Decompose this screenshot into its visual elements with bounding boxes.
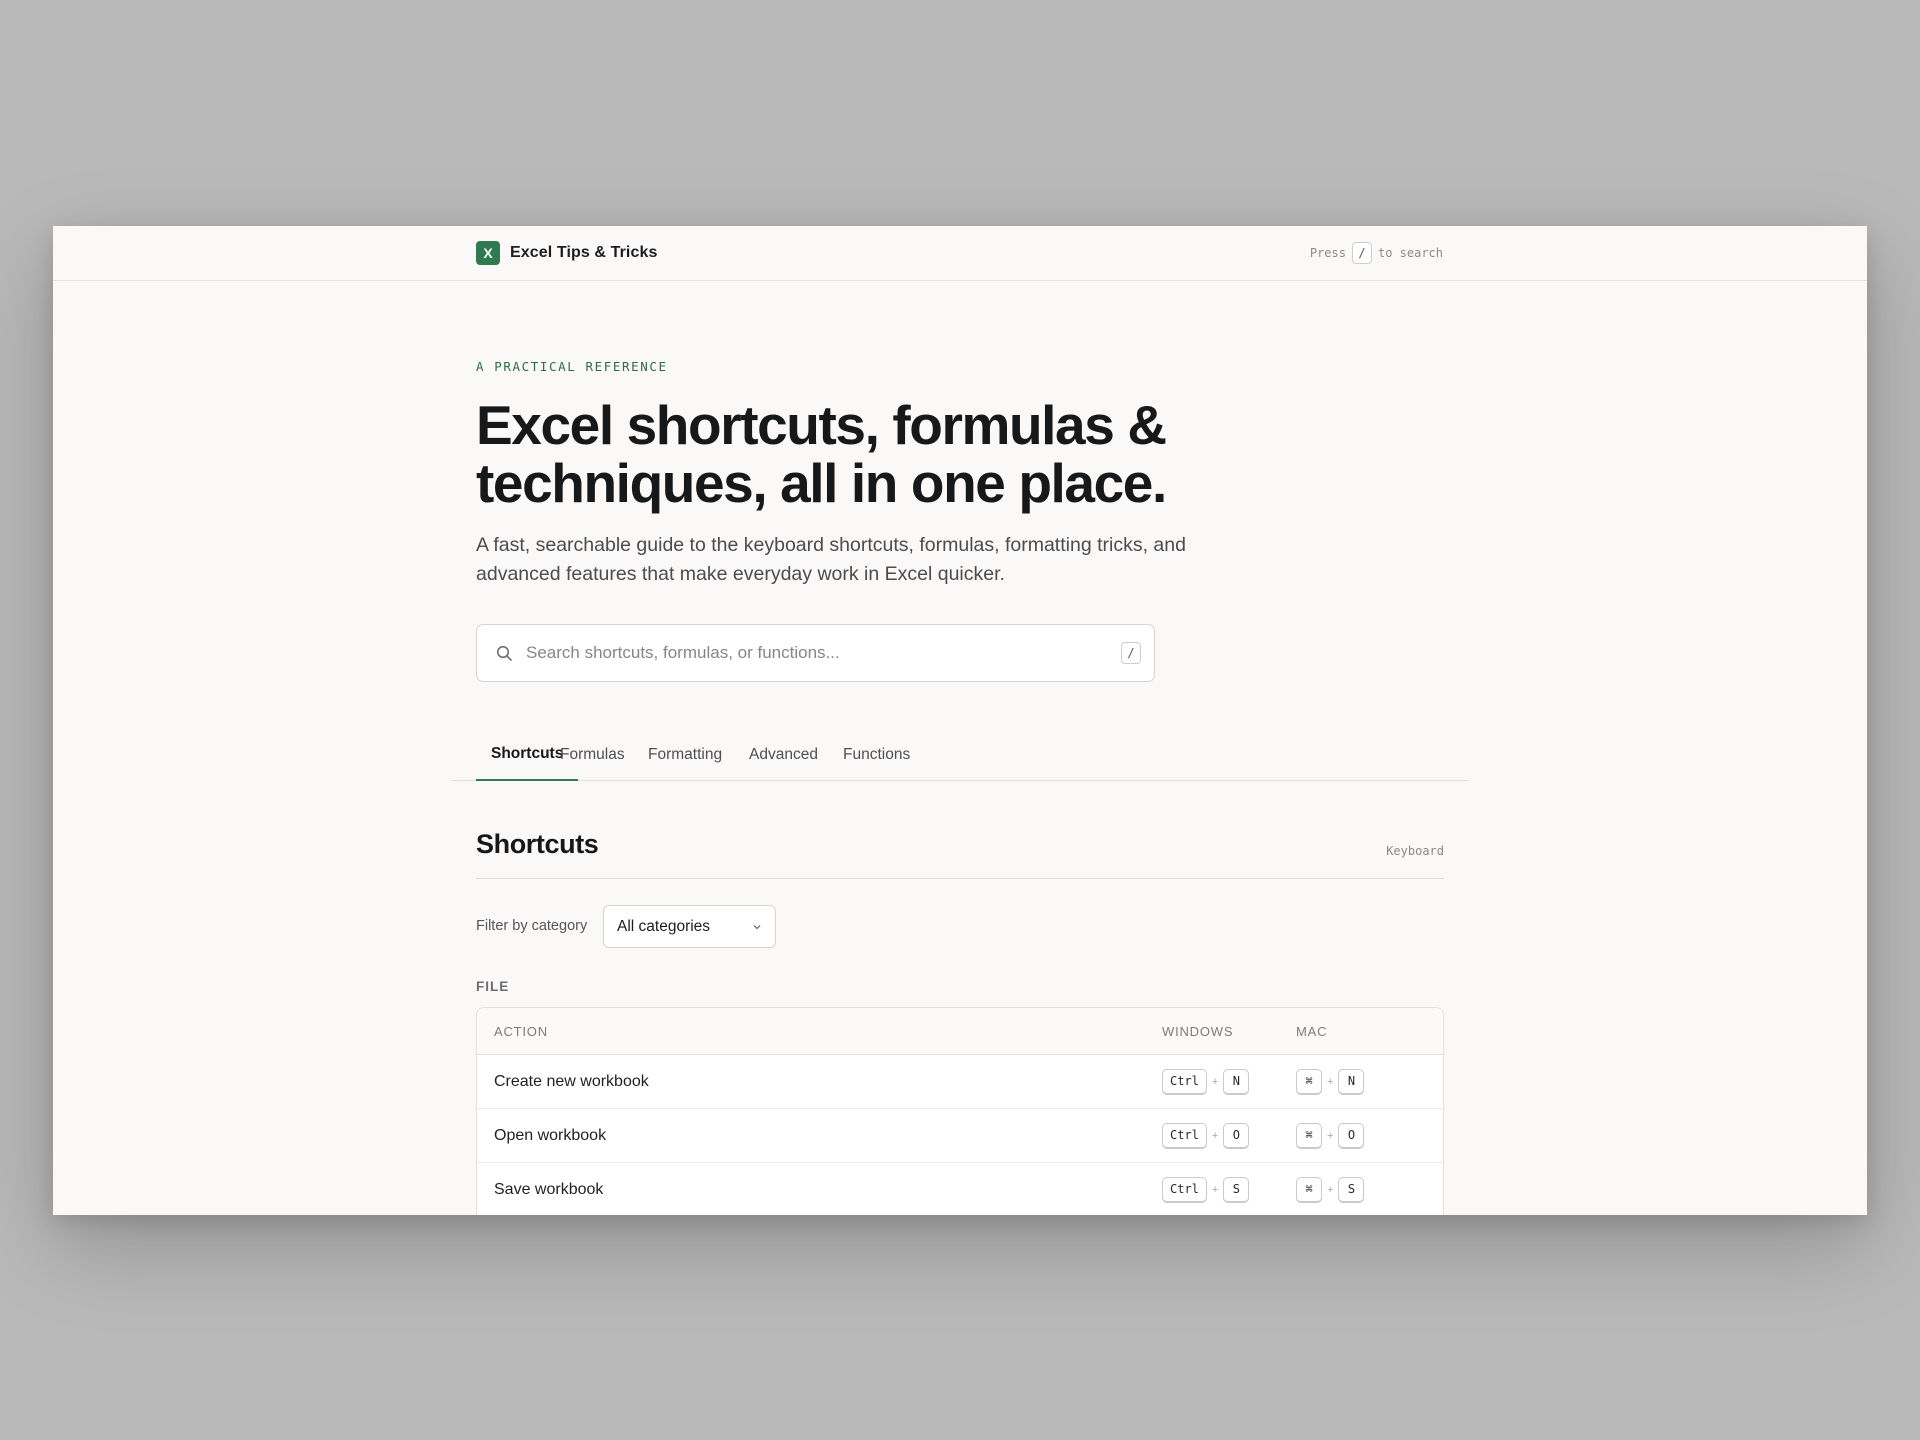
browser-window: X Excel Tips & Tricks Press / to search …: [53, 226, 1867, 1215]
key-cap: O: [1223, 1122, 1250, 1149]
table-row[interactable]: Create new workbook Ctrl + N ⌘ + N: [477, 1055, 1443, 1109]
key-cap: S: [1338, 1176, 1365, 1203]
tab-advanced[interactable]: Advanced: [734, 729, 833, 781]
filter-label: Filter by category: [476, 918, 588, 934]
table-row[interactable]: Open workbook Ctrl + O ⌘ + O: [477, 1109, 1443, 1163]
group-label: FILE: [476, 979, 510, 994]
key-cap: N: [1223, 1068, 1250, 1095]
row-action: Open workbook: [494, 1126, 607, 1144]
key-cap: ⌘: [1296, 1068, 1322, 1095]
key-cap: O: [1338, 1122, 1365, 1149]
section-tag: Keyboard: [1386, 844, 1444, 858]
section-title: Shortcuts: [476, 829, 599, 859]
table-row[interactable]: Save workbook Ctrl + S ⌘ + S: [477, 1163, 1443, 1215]
search-box[interactable]: /: [476, 624, 1155, 682]
windows-keys: Ctrl + S: [1162, 1176, 1296, 1203]
windows-keys: Ctrl + O: [1162, 1122, 1296, 1149]
key-plus: +: [1211, 1129, 1219, 1142]
brand[interactable]: X Excel Tips & Tricks: [476, 241, 657, 265]
key-cap: N: [1338, 1068, 1365, 1095]
category-filter-value: All categories: [617, 917, 711, 935]
column-header-action: ACTION: [494, 1023, 548, 1039]
search-shortcut-key: /: [1121, 642, 1141, 664]
key-plus: +: [1327, 1183, 1334, 1196]
windows-keys: Ctrl + N: [1162, 1068, 1296, 1095]
row-action: Create new workbook: [494, 1072, 649, 1090]
mac-keys: ⌘ + S: [1296, 1176, 1365, 1203]
brand-name: Excel Tips & Tricks: [510, 244, 658, 261]
excel-logo-icon: X: [476, 241, 500, 265]
category-filter-select[interactable]: All categories: [603, 905, 776, 948]
eyebrow-label: A PRACTICAL REFERENCE: [476, 359, 668, 374]
search-hint-prefix: Press: [1309, 246, 1346, 260]
search-hint: Press / to search: [1310, 242, 1443, 264]
mac-keys: ⌘ + O: [1296, 1122, 1365, 1149]
table-header: ACTION WINDOWS MAC: [477, 1008, 1443, 1055]
page-description: A fast, searchable guide to the keyboard…: [476, 534, 1186, 585]
search-icon: [496, 645, 512, 661]
key-plus: +: [1327, 1075, 1334, 1088]
search-hint-key: /: [1351, 242, 1372, 264]
row-action: Save workbook: [494, 1180, 604, 1198]
top-bar: X Excel Tips & Tricks Press / to search: [53, 226, 1867, 281]
tab-formatting[interactable]: Formatting: [633, 729, 737, 781]
tab-functions[interactable]: Functions: [828, 729, 925, 781]
search-hint-suffix: to search: [1377, 246, 1443, 260]
key-cap: Ctrl: [1162, 1068, 1207, 1095]
category-tabs: Shortcuts Formulas Formatting Advanced F…: [451, 729, 1469, 781]
key-cap: ⌘: [1296, 1176, 1322, 1203]
tab-formulas[interactable]: Formulas: [545, 729, 640, 781]
key-cap: ⌘: [1296, 1122, 1322, 1149]
search-input[interactable]: [526, 625, 1086, 681]
key-plus: +: [1211, 1183, 1219, 1196]
chevron-down-icon: [753, 924, 761, 929]
key-cap: S: [1223, 1176, 1250, 1203]
key-cap: Ctrl: [1162, 1176, 1207, 1203]
shortcuts-table: ACTION WINDOWS MAC Create new workbook C…: [476, 1007, 1444, 1215]
column-header-windows: WINDOWS: [1162, 1023, 1234, 1039]
key-plus: +: [1327, 1129, 1334, 1142]
key-plus: +: [1211, 1075, 1219, 1088]
key-cap: Ctrl: [1162, 1122, 1207, 1149]
mac-keys: ⌘ + N: [1296, 1068, 1365, 1095]
column-header-mac: MAC: [1296, 1023, 1328, 1039]
section-divider: [476, 878, 1444, 879]
page-title: Excel shortcuts, formulas & techniques, …: [476, 394, 1167, 514]
